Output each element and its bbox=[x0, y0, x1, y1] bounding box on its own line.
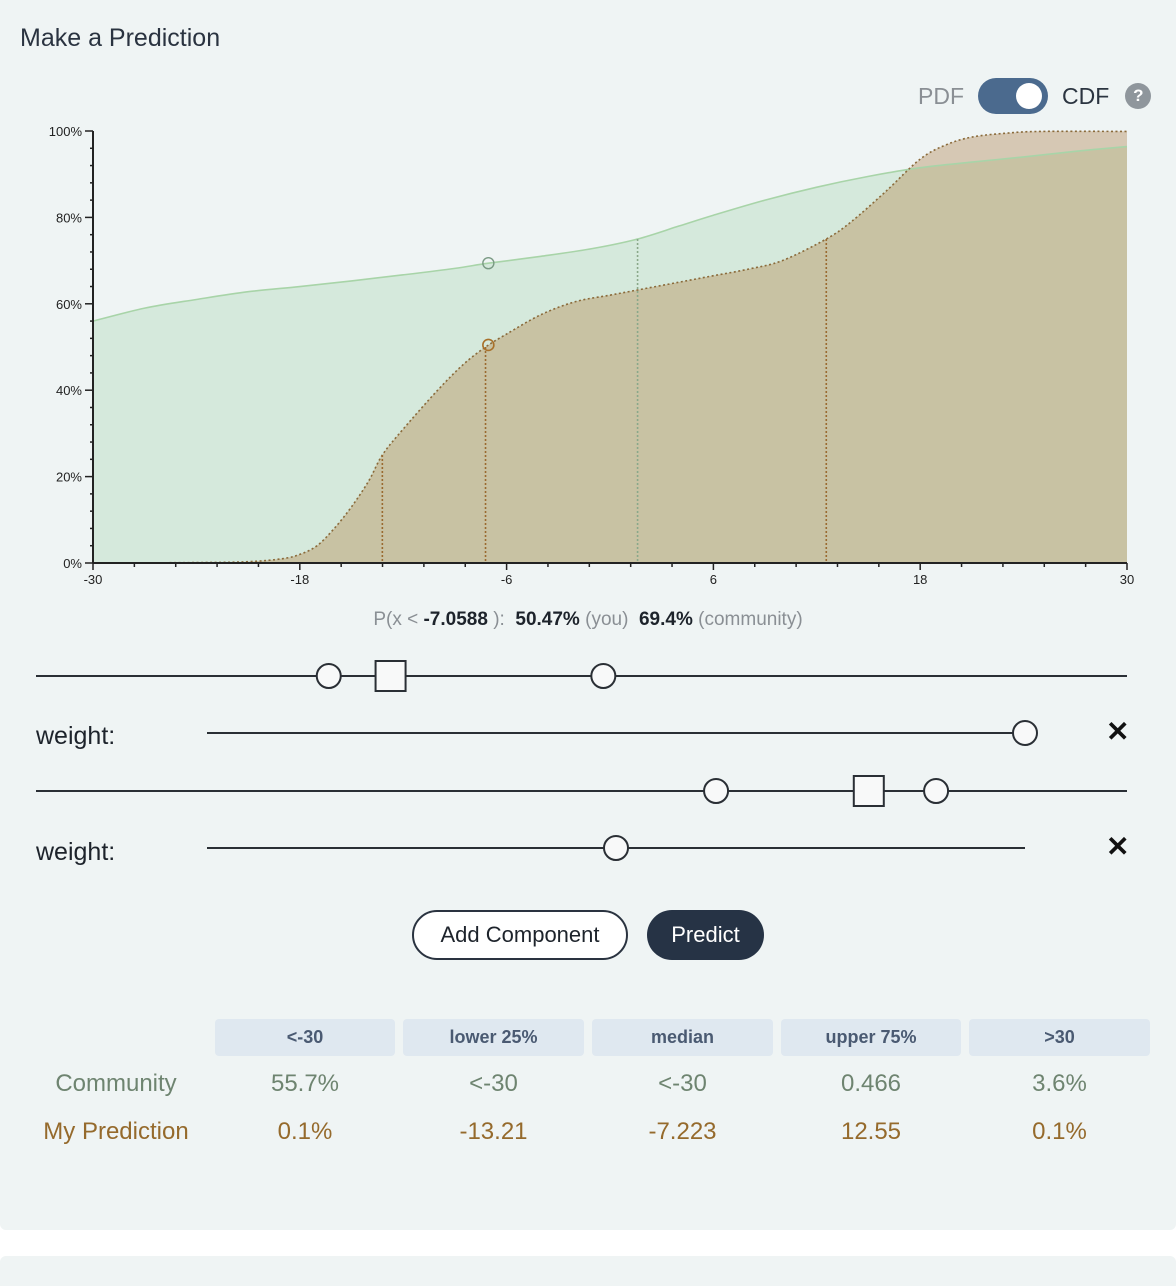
cdf-chart[interactable]: 0% 20% 40% 60% 80% 100% -30 -18 -6 6 18 30 bbox=[0, 110, 1176, 600]
table-header: >30 bbox=[969, 1019, 1150, 1056]
readout-community-label: (community) bbox=[698, 609, 803, 630]
add-component-button[interactable]: Add Component bbox=[412, 910, 628, 960]
y-tick-label: 60% bbox=[56, 297, 82, 312]
x-tick-label: 18 bbox=[913, 572, 927, 587]
row-label-community: Community bbox=[55, 1070, 177, 1097]
table-cell: <-30 bbox=[469, 1070, 518, 1097]
table-cell: <-30 bbox=[658, 1070, 707, 1097]
table-cell: 0.1% bbox=[1032, 1118, 1087, 1145]
remove-component-1-icon[interactable]: ✕ bbox=[1106, 718, 1129, 746]
table-cell: -7.223 bbox=[648, 1118, 717, 1145]
center-handle[interactable] bbox=[852, 775, 885, 807]
table-header: <-30 bbox=[215, 1019, 395, 1056]
table-cell: 0.1% bbox=[277, 1118, 333, 1145]
readout-you-value: 50.47% bbox=[515, 609, 580, 630]
probability-readout: P(x < -7.0588 ): 50.47% (you) 69.4% (com… bbox=[0, 609, 1176, 631]
pdf-cdf-toggle[interactable] bbox=[978, 78, 1048, 114]
component-sliders[interactable] bbox=[0, 650, 1176, 880]
readout-x-value: -7.0588 bbox=[423, 609, 488, 630]
weight-label-2: weight: bbox=[36, 838, 116, 866]
table-cell: 3.6% bbox=[1032, 1070, 1087, 1097]
help-icon[interactable]: ? bbox=[1125, 83, 1152, 109]
table-header: upper 75% bbox=[781, 1019, 961, 1056]
center-handle[interactable] bbox=[374, 660, 407, 692]
x-tick-label: -30 bbox=[84, 572, 103, 587]
table-header: lower 25% bbox=[403, 1019, 584, 1056]
table-cell: -13.21 bbox=[459, 1118, 528, 1145]
y-tick-label: 20% bbox=[56, 470, 82, 485]
readout-you-label: (you) bbox=[585, 609, 629, 630]
upper-handle[interactable] bbox=[923, 778, 950, 804]
predict-button[interactable]: Predict bbox=[647, 910, 764, 960]
x-tick-label: 30 bbox=[1120, 572, 1134, 587]
cdf-label[interactable]: CDF bbox=[1062, 83, 1109, 110]
lower-handle[interactable] bbox=[703, 778, 730, 804]
x-tick-label: -18 bbox=[290, 572, 309, 587]
table-cell: 12.55 bbox=[840, 1118, 902, 1145]
lower-handle[interactable] bbox=[315, 663, 342, 689]
table-cell: 0.466 bbox=[840, 1070, 902, 1097]
table-header: median bbox=[592, 1019, 773, 1056]
y-tick-label: 0% bbox=[63, 556, 82, 571]
weight-label-1: weight: bbox=[36, 722, 116, 750]
weight-slider-handle[interactable] bbox=[603, 835, 629, 861]
readout-prefix: P(x < bbox=[373, 609, 424, 630]
page-title: Make a Prediction bbox=[20, 24, 221, 52]
x-tick-label: 6 bbox=[710, 572, 717, 587]
table-cell: 55.7% bbox=[270, 1070, 340, 1097]
pdf-label[interactable]: PDF bbox=[918, 83, 964, 110]
remove-component-2-icon[interactable]: ✕ bbox=[1106, 833, 1129, 861]
y-tick-label: 100% bbox=[49, 124, 83, 139]
next-panel bbox=[0, 1256, 1176, 1286]
readout-community-value: 69.4% bbox=[638, 609, 693, 630]
weight-slider-handle[interactable] bbox=[1012, 720, 1038, 746]
toggle-knob bbox=[1016, 83, 1042, 109]
y-tick-label: 40% bbox=[56, 383, 82, 398]
readout-suffix: ): bbox=[487, 609, 505, 630]
x-tick-label: -6 bbox=[501, 572, 513, 587]
upper-handle[interactable] bbox=[590, 663, 617, 689]
row-label-my-prediction: My Prediction bbox=[43, 1118, 189, 1145]
pdf-cdf-toggle-group: PDF CDF ? bbox=[918, 78, 1152, 114]
y-tick-label: 80% bbox=[56, 210, 82, 225]
